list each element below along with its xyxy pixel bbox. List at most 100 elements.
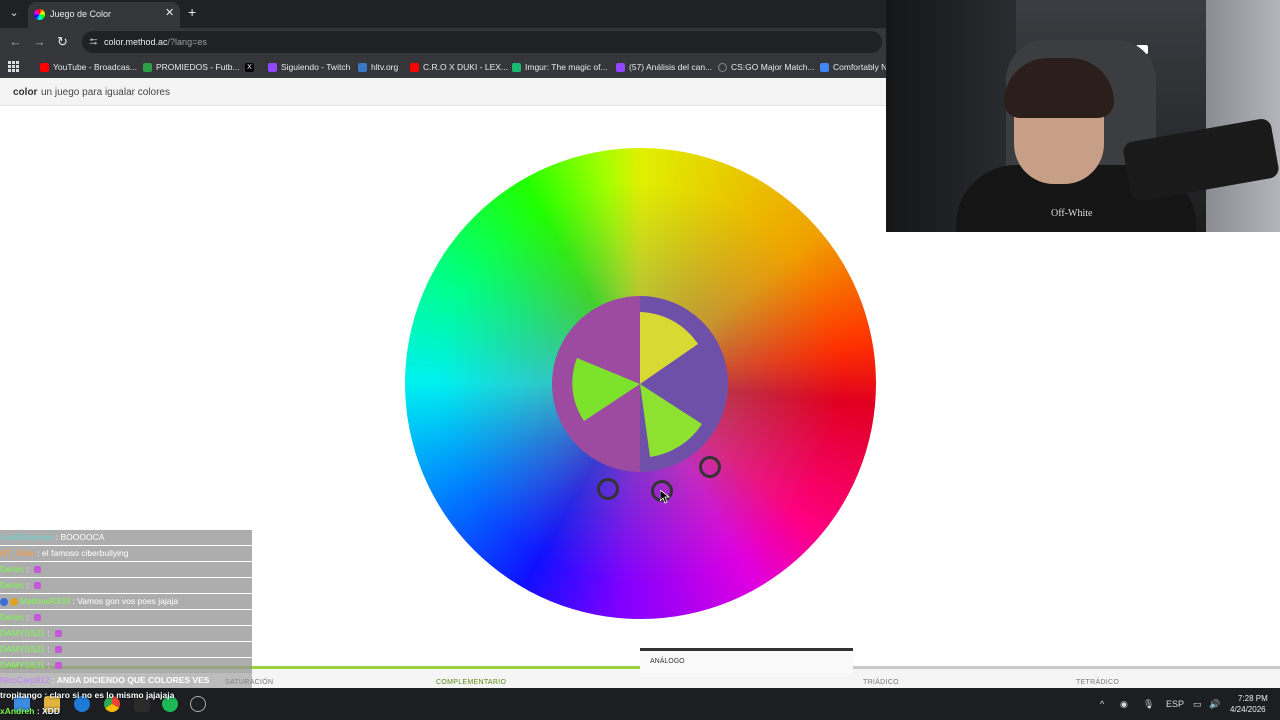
chat-username: NT_Killer — [0, 548, 35, 558]
chat-username: MathiasR333 — [20, 596, 71, 606]
volume-icon[interactable]: 🔊 — [1209, 699, 1220, 710]
bookmark-label: PROMIEDOS - Futb... — [156, 62, 240, 72]
chat-username: NicoCarp912 — [0, 675, 50, 685]
show-hidden-icons-icon[interactable]: ^ — [1100, 699, 1104, 709]
browser-toolbar: ← → ↻ color.method.ac/?lang=es — [0, 28, 886, 56]
chat-message: Darsic : — [0, 610, 252, 625]
chat-message: NicoCarp912 : ANDA DICIENDO QUE COLORES … — [0, 673, 252, 688]
webcam-shirt-text: Off-White — [1051, 208, 1093, 219]
promiedos-icon — [143, 62, 152, 72]
wedge-yellow — [640, 312, 698, 384]
site-logo[interactable]: color — [13, 87, 37, 98]
browser-tab[interactable]: Juego de Color ✕ — [28, 2, 180, 28]
bookmark-youtube[interactable]: YouTube - Broadcas... — [40, 61, 137, 73]
color-picker-handle-1[interactable] — [597, 478, 619, 500]
url-text: color.method.ac/?lang=es — [104, 37, 207, 47]
chat-username: LordPalomero — [0, 532, 54, 542]
chat-username: Darsic — [0, 564, 25, 574]
chat-username: tropitango — [0, 690, 43, 700]
webcam-curtain — [1206, 0, 1280, 232]
globe-badge-icon — [0, 597, 8, 606]
chat-message: NT_Killer : el famoso ciberbullying — [0, 546, 252, 561]
tab-title: Juego de Color — [50, 9, 112, 19]
bookmark-csgo-major[interactable]: CS:GO Major Match... — [718, 61, 815, 73]
tab-search-icon[interactable]: ⌄ — [6, 5, 22, 21]
chat-text: el famoso ciberbullying — [42, 548, 129, 558]
chat-text: ANDA DICIENDO QUE COLORES VES — [56, 675, 210, 685]
bookmark-x[interactable]: X — [245, 61, 258, 73]
emote-icon — [34, 582, 42, 590]
mouse-cursor-icon — [660, 490, 670, 504]
bookmark-label: CS:GO Major Match... — [731, 62, 815, 72]
reload-icon[interactable]: ↻ — [57, 34, 68, 50]
forward-arrow-icon[interactable]: → — [33, 34, 46, 49]
bookmark-hltv[interactable]: hltv.org — [358, 61, 398, 73]
taskbar-clock-date[interactable]: 4/24/2026 — [1230, 705, 1266, 714]
emote-icon — [34, 566, 42, 574]
bookmark-twitch-following[interactable]: Siguiendo - Twitch — [268, 61, 350, 73]
chat-text: BOOOOCA — [60, 532, 105, 542]
chat-message: DAMYSSJ1 : — [0, 626, 252, 641]
wedge-green-left — [572, 358, 640, 421]
chat-message: DAMYSSJ1 : — [0, 642, 252, 657]
mode-triadico[interactable]: TRIÁDICO — [863, 679, 899, 686]
youtube-icon — [410, 62, 419, 72]
color-picker-handle-3[interactable] — [699, 456, 721, 478]
bookmark-promiedos[interactable]: PROMIEDOS - Futb... — [143, 61, 240, 73]
mode-analogo-label: ANÁLOGO — [650, 658, 685, 665]
chat-message: DAMYSSJ1 : — [0, 658, 252, 673]
chat-username: xAndreh — [0, 706, 35, 716]
bookmark-analisis[interactable]: (57) Análisis del can... — [616, 61, 712, 73]
bookmark-cro-duki[interactable]: C.R.O X DUKI - LEX... — [410, 61, 508, 73]
emote-icon — [54, 662, 62, 670]
wedge-green-right — [640, 384, 702, 457]
close-tab-icon[interactable]: ✕ — [165, 6, 174, 19]
address-bar[interactable]: color.method.ac/?lang=es — [82, 31, 882, 53]
chat-message: Darsic : — [0, 562, 252, 577]
browser-tab-bar: ⌄ Juego de Color ✕ + — [0, 0, 886, 28]
chat-message: tropitango : claro si no es lo mismo jaj… — [0, 690, 175, 700]
new-tab-plus-icon[interactable]: + — [188, 4, 196, 20]
hltv-icon — [358, 62, 367, 72]
taskbar-clock-time[interactable]: 7:28 PM — [1238, 694, 1268, 703]
emote-icon — [54, 646, 62, 654]
color-wedges — [572, 312, 702, 457]
chat-text: Vamos gon vos poes jajaja — [77, 596, 179, 606]
bookmark-label: C.R.O X DUKI - LEX... — [423, 62, 509, 72]
chat-username: Darsic — [0, 612, 25, 622]
chat-username: DAMYSSJ1 — [0, 644, 45, 654]
chat-text: XDD — [42, 706, 60, 716]
mode-analogo-tab[interactable]: ANÁLOGO — [640, 648, 853, 673]
mode-tetradico[interactable]: TETRÁDICO — [1076, 679, 1119, 686]
chat-overlay: LordPalomero : BOOOOCA NT_Killer : el fa… — [0, 530, 252, 720]
color-wheel-favicon-icon — [34, 9, 45, 20]
youtube-icon — [40, 62, 49, 72]
chat-message: Darsic : — [0, 578, 252, 593]
steam-tray-icon[interactable]: ◉ — [1120, 699, 1128, 710]
network-icon[interactable]: ▭ — [1193, 699, 1202, 710]
site-info-icon[interactable] — [89, 37, 98, 46]
chat-username: DAMYSSJ1 — [0, 660, 45, 670]
imgur-icon — [512, 62, 521, 72]
chat-message: MathiasR333 : Vamos gon vos poes jajaja — [0, 594, 252, 609]
bookmark-label: Imgur: The magic of... — [525, 62, 608, 72]
emote-icon — [54, 630, 62, 638]
bookmark-label: (57) Análisis del can... — [629, 62, 713, 72]
x-logo-icon: X — [245, 62, 254, 72]
url-host: color.method.ac — [104, 37, 168, 47]
language-indicator[interactable]: ESP — [1166, 699, 1184, 709]
sub-badge-icon — [10, 597, 18, 606]
site-header: color un juego para igualar colores — [0, 78, 886, 106]
webcam-streamer-hair — [1004, 58, 1114, 118]
webcam-overlay: Off-White — [886, 0, 1280, 232]
mode-complementario[interactable]: COMPLEMENTARIO — [436, 679, 506, 686]
chat-text: claro si no es lo mismo jajajaja — [49, 690, 175, 700]
back-arrow-icon[interactable]: ← — [9, 34, 22, 49]
site-tagline: un juego para igualar colores — [41, 87, 170, 98]
bookmark-label: YouTube - Broadcas... — [53, 62, 137, 72]
bookmark-label: hltv.org — [371, 62, 399, 72]
bookmark-comfortably[interactable]: Comfortably N — [820, 61, 887, 73]
bookmark-imgur[interactable]: Imgur: The magic of... — [512, 61, 608, 73]
microphone-icon[interactable]: 🎙 — [1143, 699, 1154, 710]
apps-grid-icon[interactable] — [8, 60, 19, 72]
